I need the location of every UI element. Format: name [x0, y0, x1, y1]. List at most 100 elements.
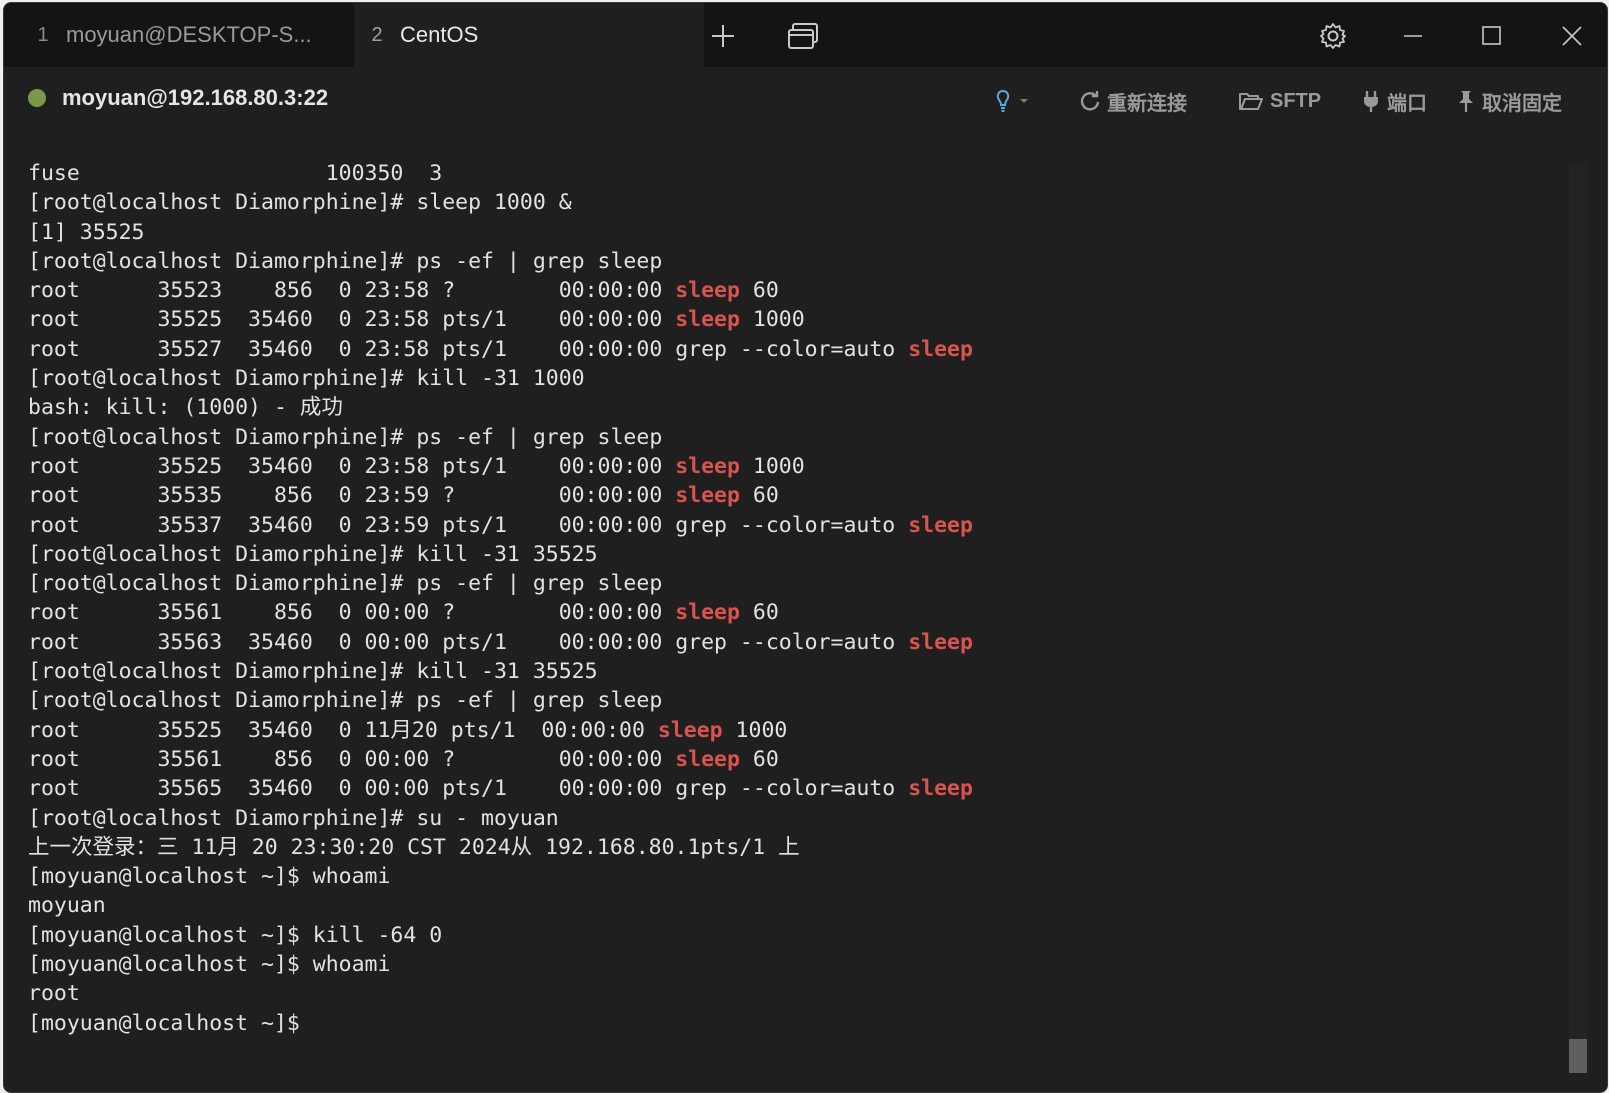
terminal-text: root 35525 35460 0 23:58 pts/1 00:00:00: [28, 307, 676, 333]
terminal-line: [moyuan@localhost ~]$ kill -64 0: [28, 921, 973, 950]
terminal-line: [root@localhost Diamorphine]# ps -ef | g…: [28, 423, 973, 452]
terminal-line: root 35527 35460 0 23:58 pts/1 00:00:00 …: [28, 335, 973, 364]
terminal-text: 60: [739, 278, 779, 304]
terminal-text: [root@localhost Diamorphine]# ps -ef | g…: [28, 688, 663, 714]
unpin-label: 取消固定: [1482, 92, 1562, 115]
terminal-text: [moyuan@localhost ~]$: [28, 1010, 300, 1036]
terminal-text: root: [28, 981, 80, 1007]
terminal-line: [root@localhost Diamorphine]# sleep 1000…: [28, 188, 973, 217]
settings-button[interactable]: [1310, 13, 1356, 59]
terminal-line: [root@localhost Diamorphine]# ps -ef | g…: [28, 686, 973, 715]
scrollbar[interactable]: [1569, 163, 1587, 1073]
plug-icon: [1364, 91, 1378, 112]
pin-icon: [1459, 91, 1473, 112]
match-highlight: sleep: [675, 307, 740, 333]
tab-overview-button[interactable]: [780, 13, 826, 59]
windows-icon: [788, 23, 818, 49]
terminal-text: root 35565 35460 0 00:00 pts/1 00:00:00 …: [28, 776, 909, 802]
terminal-text: 上一次登录：三 11月 20 23:30:20 CST 2024从 192.16…: [28, 834, 800, 860]
terminal-text: [moyuan@localhost ~]$ whoami: [28, 864, 391, 890]
terminal-line: root 35563 35460 0 00:00 pts/1 00:00:00 …: [28, 628, 973, 657]
minimize-button[interactable]: [1390, 13, 1436, 59]
terminal-text: 1000: [739, 453, 805, 479]
port-button[interactable]: 端口: [1361, 85, 1427, 117]
terminal-text: root 35527 35460 0 23:58 pts/1 00:00:00 …: [28, 336, 909, 362]
terminal-line: root: [28, 979, 973, 1008]
terminal-line: [root@localhost Diamorphine]# ps -ef | g…: [28, 569, 973, 598]
terminal-line: [moyuan@localhost ~]$: [28, 1009, 973, 1038]
tab-1[interactable]: 1 moyuan@DESKTOP-S...: [20, 3, 350, 67]
terminal-output[interactable]: fuse 100350 3 [root@localhost Diamorphine…: [28, 159, 973, 1038]
reconnect-button[interactable]: 重新连接: [1079, 85, 1187, 117]
terminal-text: 60: [739, 483, 779, 509]
tab-label: moyuan@DESKTOP-S...: [66, 22, 312, 47]
terminal-text: bash: kill: (1000) - 成功: [28, 395, 343, 421]
connection-host: moyuan@192.168.80.3:22: [62, 85, 329, 110]
match-highlight: sleep: [657, 717, 723, 743]
terminal-window: 1 moyuan@DESKTOP-S... 2 CentOS moyuan@19…: [3, 2, 1608, 1093]
tab-2-active[interactable]: 2 CentOS: [354, 3, 704, 67]
match-highlight: sleep: [675, 746, 740, 772]
terminal-line: [root@localhost Diamorphine]# kill -31 3…: [28, 540, 973, 569]
terminal-line: [1] 35525: [28, 218, 973, 247]
terminal-text: 1000: [722, 717, 788, 743]
terminal-line: root 35565 35460 0 00:00 pts/1 00:00:00 …: [28, 774, 973, 803]
minimize-icon: [1404, 35, 1422, 37]
reconnect-label: 重新连接: [1107, 92, 1187, 115]
terminal-line: root 35525 35460 0 11月20 pts/1 00:00:00 …: [28, 716, 973, 745]
terminal-line: [moyuan@localhost ~]$ whoami: [28, 862, 973, 891]
terminal-text: [root@localhost Diamorphine]# su - moyua…: [28, 805, 559, 831]
tab-number: 1: [37, 23, 49, 46]
terminal-text: 60: [739, 746, 779, 772]
terminal-line: [root@localhost Diamorphine]# kill -31 1…: [28, 364, 973, 393]
terminal-text: [root@localhost Diamorphine]# sleep 1000…: [28, 190, 572, 216]
match-highlight: sleep: [908, 629, 973, 655]
sftp-button[interactable]: SFTP: [1238, 85, 1321, 117]
terminal-text: [root@localhost Diamorphine]# ps -ef | g…: [28, 248, 663, 274]
terminal-text: [root@localhost Diamorphine]# kill -31 1…: [28, 366, 585, 392]
terminal-text: [moyuan@localhost ~]$ whoami: [28, 952, 391, 978]
terminal-line: fuse 100350 3: [28, 159, 973, 188]
folder-open-icon: [1239, 93, 1263, 110]
terminal-line: [root@localhost Diamorphine]# kill -31 3…: [28, 657, 973, 686]
terminal-text: root 35523 856 0 23:58 ? 00:00:00: [28, 278, 676, 304]
terminal-text: [root@localhost Diamorphine]# ps -ef | g…: [28, 571, 663, 597]
match-highlight: sleep: [675, 453, 740, 479]
terminal-text: [root@localhost Diamorphine]# ps -ef | g…: [28, 424, 663, 450]
connection-bar: moyuan@192.168.80.3:22 重新连接 SFTP 端口 取消固定: [4, 67, 1607, 137]
tab-number: 2: [371, 23, 383, 46]
close-button[interactable]: [1549, 13, 1595, 59]
terminal-line: bash: kill: (1000) - 成功: [28, 393, 973, 422]
maximize-icon: [1482, 26, 1501, 45]
plus-icon: [712, 25, 734, 47]
terminal-line: root 35561 856 0 00:00 ? 00:00:00 sleep …: [28, 745, 973, 774]
terminal-text: 60: [739, 600, 779, 626]
title-bar: 1 moyuan@DESKTOP-S... 2 CentOS: [4, 3, 1607, 67]
terminal-text: root 35535 856 0 23:59 ? 00:00:00: [28, 483, 676, 509]
terminal-line: moyuan: [28, 891, 973, 920]
match-highlight: sleep: [675, 278, 740, 304]
terminal-text: root 35563 35460 0 00:00 pts/1 00:00:00 …: [28, 629, 909, 655]
terminal-text: root 35561 856 0 00:00 ? 00:00:00: [28, 746, 676, 772]
terminal-text: root 35525 35460 0 11月20 pts/1 00:00:00: [28, 717, 658, 743]
hint-dropdown[interactable]: [994, 85, 1040, 117]
connection-status: moyuan@192.168.80.3:22: [28, 85, 328, 111]
match-highlight: sleep: [908, 512, 973, 538]
match-highlight: sleep: [908, 336, 973, 362]
port-label: 端口: [1387, 92, 1427, 115]
unpin-button[interactable]: 取消固定: [1456, 85, 1562, 117]
scrollbar-thumb[interactable]: [1569, 1039, 1587, 1073]
terminal-line: [root@localhost Diamorphine]# ps -ef | g…: [28, 247, 973, 276]
terminal-line: [root@localhost Diamorphine]# su - moyua…: [28, 804, 973, 833]
match-highlight: sleep: [908, 776, 973, 802]
new-tab-button[interactable]: [700, 13, 746, 59]
match-highlight: sleep: [675, 600, 740, 626]
terminal-text: root 35561 856 0 00:00 ? 00:00:00: [28, 600, 676, 626]
maximize-button[interactable]: [1469, 13, 1515, 59]
terminal-text: moyuan: [28, 893, 106, 919]
terminal-text: 1000: [739, 307, 805, 333]
terminal-text: fuse 100350 3: [28, 161, 443, 186]
sftp-label: SFTP: [1270, 89, 1322, 112]
terminal-line: root 35525 35460 0 23:58 pts/1 00:00:00 …: [28, 452, 973, 481]
terminal-line: root 35535 856 0 23:59 ? 00:00:00 sleep …: [28, 481, 973, 510]
